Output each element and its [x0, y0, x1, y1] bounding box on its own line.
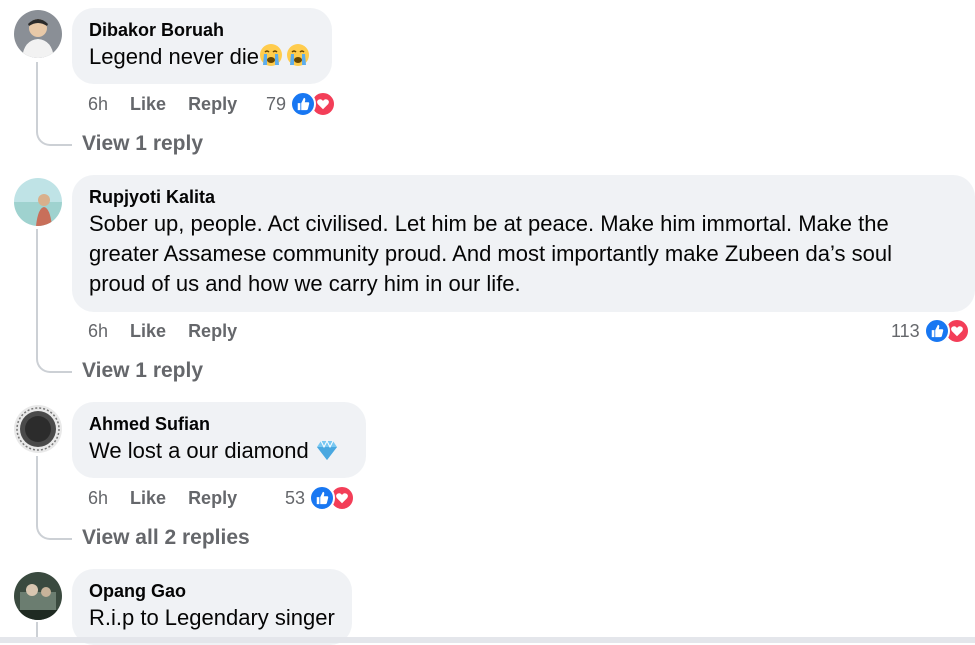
bottom-divider [0, 637, 975, 643]
crying-face-emoji [259, 43, 283, 75]
comment-author[interactable]: Dibakor Boruah [89, 18, 315, 42]
thread-connector [36, 124, 72, 146]
like-button[interactable]: Like [130, 94, 166, 115]
reply-button[interactable]: Reply [188, 94, 237, 115]
avatar[interactable] [14, 405, 62, 453]
gem-emoji [315, 439, 339, 469]
like-button[interactable]: Like [130, 488, 166, 509]
comment-time[interactable]: 6h [88, 94, 108, 115]
comment-bubble: Opang Gao R.i.p to Legendary singer [72, 569, 352, 645]
avatar[interactable] [14, 178, 62, 226]
reply-button[interactable]: Reply [188, 488, 237, 509]
comment-text: Legend never die [89, 44, 260, 69]
like-button[interactable]: Like [130, 321, 166, 342]
reactions-summary[interactable]: 53 [285, 483, 356, 513]
like-reaction-icon [923, 318, 950, 344]
comment-time[interactable]: 6h [88, 321, 108, 342]
comment-author[interactable]: Ahmed Sufian [89, 412, 349, 436]
comment-time[interactable]: 6h [88, 488, 108, 509]
reaction-count: 53 [285, 487, 306, 508]
comment-actions: 6h Like Reply [88, 483, 237, 513]
reactions-summary[interactable]: 113 [891, 316, 970, 346]
comment-text: R.i.p to Legendary singer [89, 605, 335, 630]
thread-line [36, 62, 38, 124]
thread-connector [36, 351, 72, 373]
thread-line [36, 456, 38, 518]
comment-actions: 6h Like Reply [88, 316, 237, 346]
view-replies-link[interactable]: View all 2 replies [82, 526, 250, 550]
comment-text: Sober up, people. Act civilised. Let him… [89, 211, 892, 296]
comment-bubble: Ahmed Sufian We lost a our diamond [72, 402, 366, 478]
reactions-summary[interactable]: 79 [266, 89, 337, 119]
comment-actions: 6h Like Reply [88, 89, 237, 119]
avatar[interactable] [14, 10, 62, 58]
reply-button[interactable]: Reply [188, 321, 237, 342]
comment-text: We lost a our diamond [89, 438, 309, 463]
reaction-count: 79 [266, 93, 287, 114]
comment-author[interactable]: Rupjyoti Kalita [89, 185, 958, 209]
thread-line [36, 229, 38, 351]
comment-author[interactable]: Opang Gao [89, 579, 335, 603]
avatar[interactable] [14, 572, 62, 620]
comment-bubble: Dibakor Boruah Legend never die [72, 8, 332, 84]
like-reaction-icon [290, 91, 317, 117]
view-replies-link[interactable]: View 1 reply [82, 359, 203, 383]
reaction-count: 113 [891, 320, 920, 341]
thread-connector [36, 518, 72, 540]
crying-face-emoji [286, 43, 310, 75]
view-replies-link[interactable]: View 1 reply [82, 132, 203, 156]
comment-bubble: Rupjyoti Kalita Sober up, people. Act ci… [72, 175, 975, 312]
like-reaction-icon [309, 485, 336, 511]
